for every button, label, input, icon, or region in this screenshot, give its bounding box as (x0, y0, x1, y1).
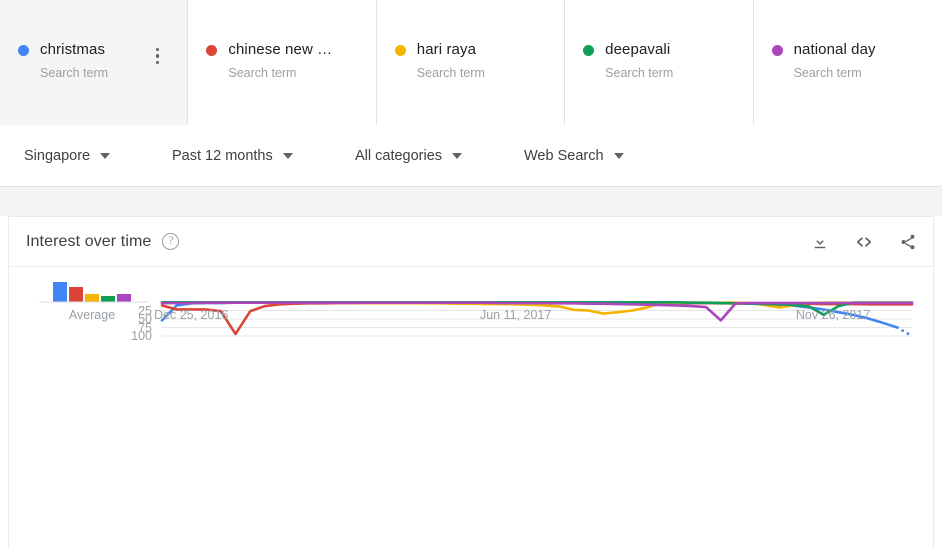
term-label: chinese new … (228, 41, 333, 58)
term-card-main: national day (771, 40, 942, 60)
series-color-dot (394, 44, 406, 56)
filter-category-label: All categories (355, 147, 443, 164)
chevron-down-icon (613, 152, 624, 159)
interest-over-time-card: Interest over time ? 100 75 50 25 Dec 25… (8, 216, 934, 549)
download-icon[interactable] (809, 231, 831, 253)
term-card-national-day[interactable]: national day Search term (753, 0, 942, 125)
x-axis-tick-end: Nov 26, 2017 (795, 308, 871, 322)
term-card-deepavali[interactable]: deepavali Search term (565, 0, 754, 125)
series-color-dot (583, 44, 595, 56)
term-card-main: chinese new … (206, 40, 375, 60)
chart-plot-area: 100 75 50 25 Dec 25, 2016 Jun 11, 2017 N… (9, 267, 935, 549)
term-type-label: Search term (793, 66, 862, 80)
series-color-dot (18, 44, 29, 56)
term-label: deepavali (605, 41, 671, 58)
filter-search-type[interactable]: Web Search (524, 148, 624, 164)
filter-time-range[interactable]: Past 12 months (172, 148, 293, 164)
more-vert-icon[interactable] (149, 45, 165, 67)
term-label: hari raya (416, 41, 477, 58)
filter-time-range-label: Past 12 months (172, 147, 273, 164)
filter-category[interactable]: All categories (355, 147, 463, 164)
embed-code-icon[interactable] (853, 231, 875, 253)
help-circle-icon[interactable]: ? (162, 233, 180, 250)
term-card-christmas[interactable]: christmas Search term (0, 0, 189, 125)
page-title: Interest over time (26, 232, 152, 250)
filter-location-label: Singapore (24, 147, 91, 164)
term-label: christmas (40, 41, 106, 58)
share-icon[interactable] (897, 231, 919, 253)
filter-search-type-label: Web Search (524, 147, 604, 164)
term-type-label: Search term (228, 66, 297, 80)
term-type-label: Search term (40, 66, 109, 80)
google-trends-page: christmas Search term chinese new … Sear… (0, 0, 942, 549)
average-bars-label: Average (68, 308, 116, 322)
chevron-down-icon (282, 152, 293, 159)
term-card-main: deepavali (583, 40, 752, 60)
x-axis-tick-middle: Jun 11, 2017 (479, 308, 552, 322)
chart-toolbar (809, 217, 919, 267)
chevron-down-icon (452, 152, 463, 159)
term-label: national day (793, 41, 876, 58)
search-terms-row: christmas Search term chinese new … Sear… (0, 0, 942, 125)
filter-location[interactable]: Singapore (24, 147, 111, 164)
series-color-dot (771, 44, 783, 56)
filter-bar: Singapore Past 12 months All categories … (0, 125, 942, 187)
chevron-down-icon (100, 152, 111, 159)
series-color-dot (206, 44, 218, 56)
section-divider-band (0, 187, 942, 216)
x-axis-tick-start: Dec 25, 2016 (154, 308, 229, 322)
chart-card-header: Interest over time ? (9, 217, 933, 267)
term-card-main: hari raya (394, 40, 564, 60)
term-type-label: Search term (605, 66, 674, 80)
term-type-label: Search term (416, 66, 485, 80)
term-card-hari-raya[interactable]: hari raya Search term (376, 0, 566, 125)
term-card-chinese-new-year[interactable]: chinese new … Search term (188, 0, 377, 125)
